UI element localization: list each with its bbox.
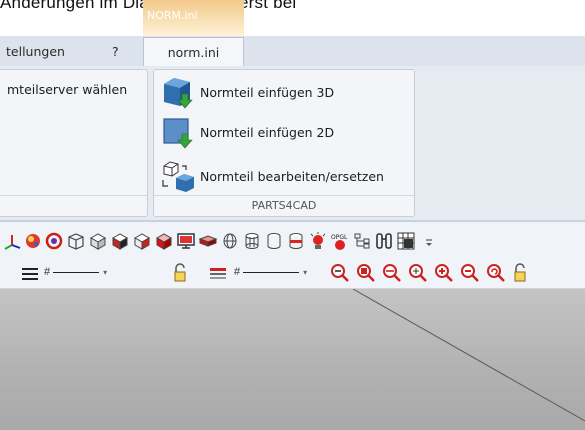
ribbon-tab-bar: tellungen ? norm.ini [0, 36, 585, 67]
normteil-einfuegen-3d-label: Normteil einfügen 3D [200, 84, 335, 100]
wireframe-cube-icon[interactable] [66, 231, 86, 251]
svg-text:OPGL: OPGL [331, 234, 348, 241]
grid-xy-icon[interactable] [396, 231, 416, 251]
toolbar-view: # ▾ # ▾ [0, 258, 585, 289]
normteil-bearbeiten-ersetzen-label: Normteil bearbeiten/ersetzen [200, 168, 384, 184]
lock-icon[interactable] [170, 263, 190, 283]
ribbon-panel: mteilserver wählen Normteil einfügen 3D [0, 66, 585, 220]
layer-color-icon[interactable] [208, 264, 228, 284]
zoom-in-icon[interactable] [434, 263, 454, 283]
cube-replace-icon [160, 160, 200, 192]
shaded-cube-icon[interactable] [132, 231, 152, 251]
zoom-extents-icon[interactable] [382, 263, 402, 283]
cylinder-red-band-icon[interactable] [286, 231, 306, 251]
normteil-bearbeiten-ersetzen-button[interactable]: Normteil bearbeiten/ersetzen [160, 160, 384, 192]
tab-help[interactable]: ? [112, 38, 119, 65]
zoom-fit-icon[interactable] [408, 263, 428, 283]
normteilserver-waehlen-button[interactable]: mteilserver wählen [7, 82, 127, 97]
opengl-icon[interactable]: OPGL [330, 231, 350, 251]
toolbar-3d-primitives: OPGL [0, 222, 585, 258]
normteilserver-waehlen-label: mteilserver wählen [7, 82, 128, 97]
cylinder-wire-icon[interactable] [242, 231, 262, 251]
line-type-symbol: # [44, 266, 51, 278]
chevron-down-icon: ▾ [303, 267, 308, 277]
line-type-preview-2 [243, 271, 300, 273]
cube-3d-insert-icon [160, 76, 200, 109]
context-tab-label: NORM.ini [147, 9, 198, 22]
tab-einstellungen[interactable]: tellungen [6, 38, 65, 65]
light-bulb-icon[interactable] [308, 231, 328, 251]
zoom-window-icon[interactable] [356, 263, 376, 283]
book-red-icon[interactable] [198, 231, 218, 251]
zoom-previous-icon[interactable] [486, 263, 506, 283]
normteil-einfuegen-2d-button[interactable]: Normteil einfügen 2D [160, 116, 335, 149]
chevron-down-icon: ▾ [103, 267, 108, 277]
document-top-text: Änderungen im Dialog werden erst bei [0, 0, 297, 12]
solid-cube-red-icon[interactable] [154, 231, 174, 251]
lock-icon-2[interactable] [510, 263, 530, 283]
line-type-symbol-2: # [234, 266, 241, 278]
color-sphere-icon[interactable] [23, 231, 43, 251]
normteil-einfuegen-2d-label: Normteil einfügen 2D [200, 124, 335, 140]
group-divider [0, 195, 147, 196]
tree-structure-icon[interactable] [352, 231, 372, 251]
cylinder-icon[interactable] [264, 231, 284, 251]
shaded-cube-red-icon[interactable] [110, 231, 130, 251]
toolbar-overflow-icon[interactable] [420, 231, 440, 251]
zoom-minus-icon[interactable] [460, 263, 480, 283]
rotate-sphere-icon[interactable] [44, 231, 64, 251]
square-2d-insert-icon [160, 116, 200, 149]
line-type-selector-2[interactable]: # ▾ [234, 266, 307, 278]
tab-norm-ini[interactable]: norm.ini [143, 37, 244, 66]
group-label-parts4cad: PARTS4CAD [251, 199, 317, 212]
monitor-icon[interactable] [176, 231, 196, 251]
context-tab-header: NORM.ini [143, 0, 244, 36]
zoom-out-icon[interactable] [330, 263, 350, 283]
normteil-einfuegen-3d-button[interactable]: Normteil einfügen 3D [160, 76, 335, 109]
hidden-line-cube-icon[interactable] [88, 231, 108, 251]
viewport-edge-line [352, 289, 585, 422]
line-weight-icon[interactable] [20, 264, 40, 284]
ribbon-group-parts4cad: Normteil einfügen 3D Normteil einfügen 2… [153, 69, 415, 217]
cad-viewport[interactable] [0, 289, 585, 430]
axis-tripod-icon[interactable] [2, 231, 22, 251]
line-type-preview [53, 271, 100, 273]
line-type-selector[interactable]: # ▾ [44, 266, 107, 278]
sphere-wire-icon[interactable] [220, 231, 240, 251]
binoculars-icon[interactable] [374, 231, 394, 251]
ribbon-group-server: mteilserver wählen [0, 69, 148, 217]
